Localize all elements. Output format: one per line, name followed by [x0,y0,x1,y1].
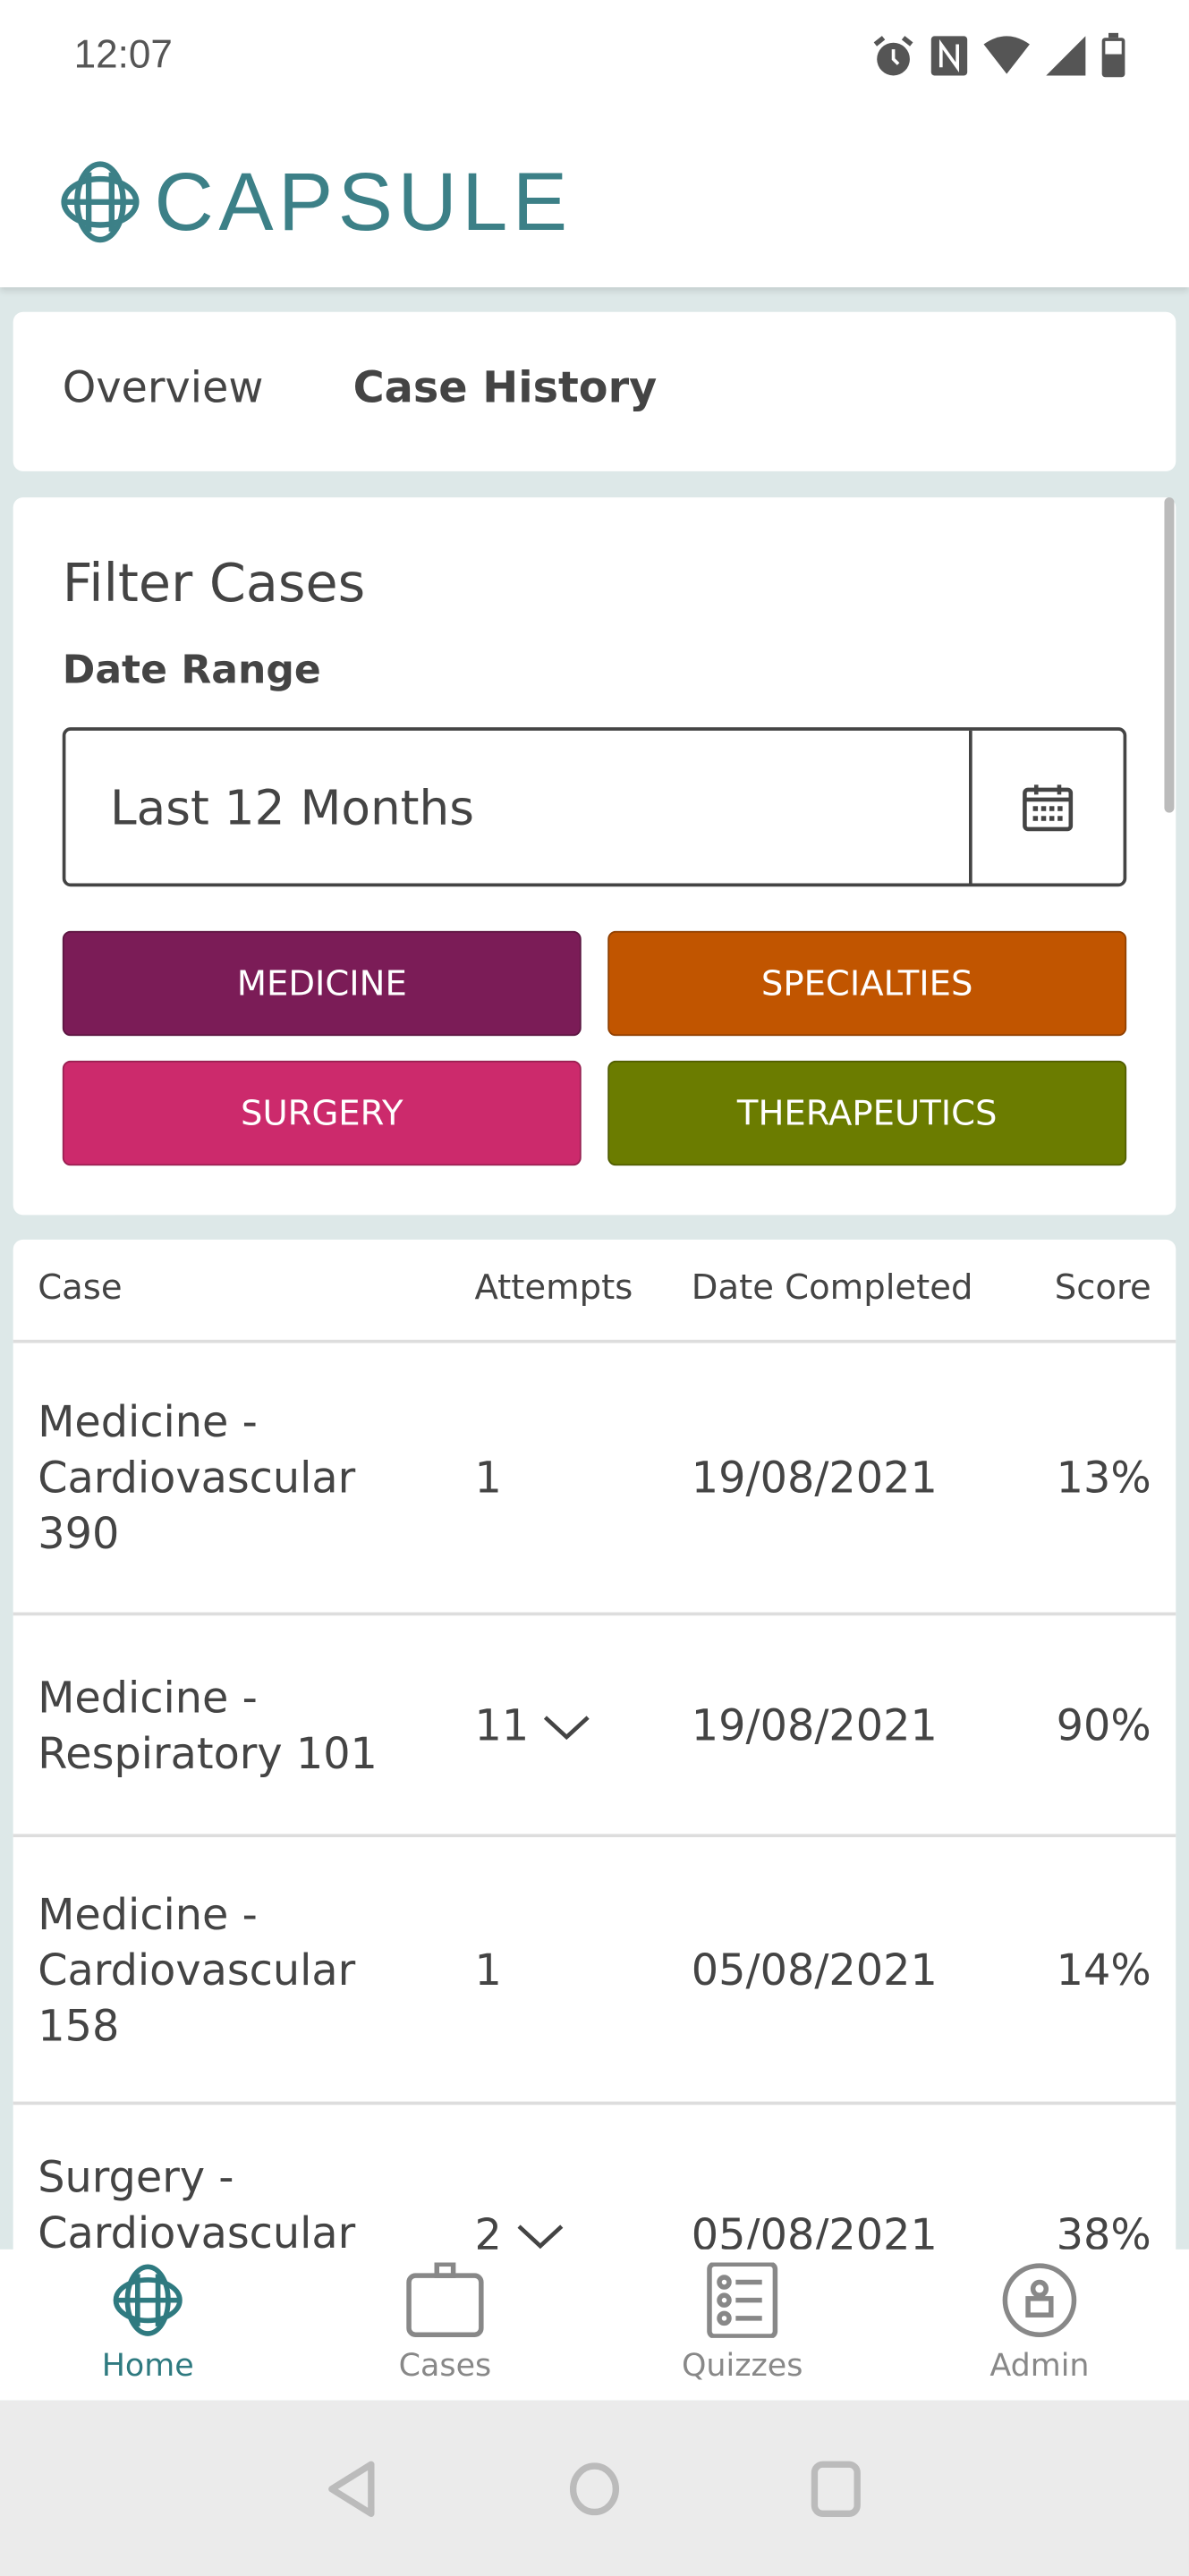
capsule-logo-icon [61,161,140,243]
tab-overview[interactable]: Overview [63,365,264,414]
nav-home[interactable]: Home [49,2262,246,2384]
briefcase-icon [406,2262,484,2337]
nfc-icon [930,36,968,76]
date-range-input[interactable]: Last 12 Months [62,727,1127,887]
table-row[interactable]: Medicine - Cardiovascular 158 1 05/08/2021… [13,1834,1176,2101]
score: 14% [1056,1946,1151,1996]
table-row[interactable]: Medicine - Cardiovascular 390 1 19/08/2021… [13,1339,1176,1613]
column-header-score: Score [1054,1267,1151,1308]
home-circle-icon[interactable] [566,2460,622,2519]
attempts-cell: 1 [474,1452,501,1507]
date-completed: 19/08/2021 [691,1701,938,1751]
table-row[interactable]: Medicine - Respiratory 101 11 19/08/2021 90… [13,1612,1176,1835]
status-time: 12:07 [73,32,173,78]
attempts-count: 1 [474,1946,502,1996]
calendar-icon [1023,784,1074,831]
nav-quizzes-label: Quizzes [681,2347,803,2385]
capsule-icon [113,2264,183,2336]
specialties-filter-button[interactable]: SPECIALTIES [607,930,1127,1037]
date-completed: 05/08/2021 [691,1946,938,1996]
date-range-value: Last 12 Months [109,779,475,836]
case-name: Medicine - Respiratory 101 [38,1674,378,1779]
wifi-icon [983,36,1030,74]
battery-icon [1101,32,1125,78]
app-header: 12:07 CAPSULE [0,0,1189,288]
capsule-logo: CAPSULE [59,155,573,250]
scrollbar[interactable] [1164,497,1175,813]
therapeutics-filter-button[interactable]: THERAPEUTICS [607,1060,1127,1166]
tab-case-history[interactable]: Case History [353,365,658,414]
date-range-label: Date Range [62,647,321,693]
status-icons [871,32,1126,79]
attempts-cell[interactable]: 11 [474,1699,590,1754]
column-header-date: Date Completed [691,1267,973,1308]
filter-title: Filter Cases [62,551,366,614]
brand-name: CAPSULE [154,156,573,249]
nav-admin-label: Admin [989,2347,1090,2385]
medicine-filter-button[interactable]: MEDICINE [62,930,582,1037]
user-icon [1002,2263,1077,2337]
list-icon [707,2262,778,2338]
score: 13% [1056,1454,1151,1504]
chevron-down-icon[interactable] [515,2222,565,2251]
case-name: Medicine - Cardiovascular 158 [38,1890,356,2052]
signal-icon [1046,36,1086,76]
nav-cases[interactable]: Cases [346,2262,543,2384]
case-name: Medicine - Cardiovascular 390 [38,1398,356,1560]
surgery-filter-button[interactable]: SURGERY [62,1060,582,1166]
alarm-icon [873,36,913,76]
back-icon[interactable] [325,2460,378,2519]
attempts-cell: 1 [474,1943,501,1998]
nav-admin[interactable]: Admin [941,2262,1138,2384]
nav-home-label: Home [101,2347,194,2385]
attempts-count: 11 [474,1701,530,1751]
case-name: Surgery - Cardiovascular [38,2154,356,2259]
attempts-count: 1 [474,1454,502,1504]
column-header-attempts: Attempts [474,1267,633,1308]
nav-quizzes[interactable]: Quizzes [644,2262,841,2384]
chevron-down-icon[interactable] [542,1712,591,1741]
calendar-button[interactable] [969,730,1124,884]
bottom-nav: Home Cases Quizzes Admin [0,2249,1189,2401]
nav-cases-label: Cases [398,2347,492,2385]
system-nav-bar [0,2400,1189,2576]
date-completed: 19/08/2021 [691,1454,938,1504]
recents-icon[interactable] [810,2460,862,2519]
score: 90% [1056,1701,1151,1751]
column-header-case: Case [38,1267,123,1308]
